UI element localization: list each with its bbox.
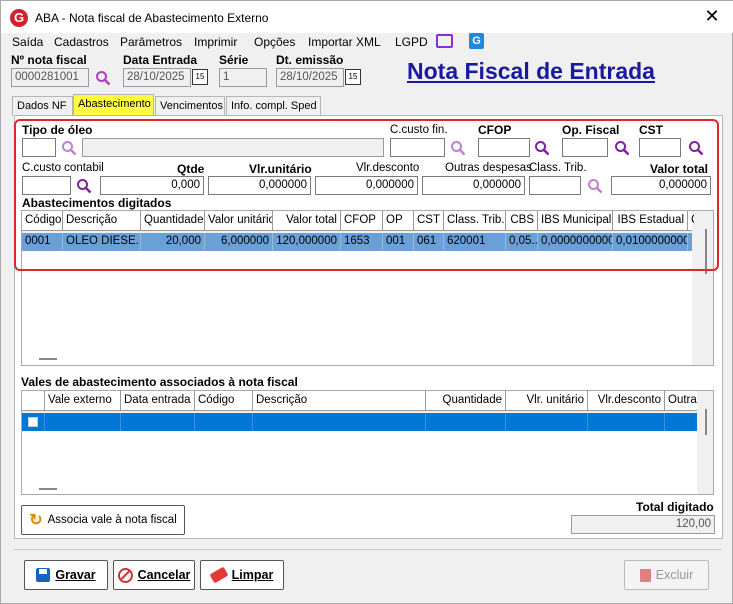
nf-input[interactable]: 0000281001 xyxy=(11,68,89,87)
col-data-entrada[interactable]: Data entrada xyxy=(121,391,195,411)
main-window: G ABA - Nota fiscal de Abastecimento Ext… xyxy=(0,0,733,604)
menu-opcoes[interactable]: Opções xyxy=(254,35,295,49)
tab-vencimentos[interactable]: Vencimentos xyxy=(155,96,225,116)
menu-cadastros[interactable]: Cadastros xyxy=(54,35,109,49)
monitor-icon[interactable] xyxy=(436,34,453,48)
scrollbar-horizontal[interactable] xyxy=(39,488,57,490)
col-vlr-unitario[interactable]: Vlr. unitário xyxy=(506,391,588,411)
vales-header: Vale externo Data entrada Código Descriç… xyxy=(22,391,697,411)
data-entrada-input[interactable]: 28/10/2025 xyxy=(123,68,191,87)
search-nf-icon[interactable] xyxy=(95,70,111,86)
save-icon xyxy=(36,568,51,582)
serie-label: Série xyxy=(219,53,249,67)
page-title: Nota Fiscal de Entrada xyxy=(407,58,655,84)
cancelar-button[interactable]: Cancelar xyxy=(113,560,195,590)
window-title: ABA - Nota fiscal de Abastecimento Exter… xyxy=(35,11,269,25)
menu-lgpd[interactable]: LGPD xyxy=(395,35,428,49)
associa-label: Associa vale à nota fiscal xyxy=(47,514,177,526)
app-logo-icon: G xyxy=(10,9,28,27)
menu-importar-xml[interactable]: Importar XML xyxy=(308,35,381,49)
highlight-box xyxy=(14,119,719,271)
nf-label: Nº nota fiscal xyxy=(11,53,87,67)
gravar-button[interactable]: Gravar xyxy=(24,560,108,590)
col-check[interactable] xyxy=(22,391,45,411)
close-icon[interactable]: ✕ xyxy=(701,5,723,27)
scrollbar-horizontal[interactable] xyxy=(39,358,57,360)
tab-info-compl-sped[interactable]: Info. compl. Sped xyxy=(226,96,321,116)
limpar-button[interactable]: Limpar xyxy=(200,560,284,590)
cancel-icon xyxy=(117,567,133,583)
dt-emissao-input[interactable]: 28/10/2025 xyxy=(276,68,344,87)
menu-parametros[interactable]: Parâmetros xyxy=(120,35,182,49)
total-digitado-label: Total digitado xyxy=(636,500,714,514)
vales-title: Vales de abastecimento associados à nota… xyxy=(21,375,298,389)
scrollbar-vertical[interactable] xyxy=(705,409,707,435)
menu-imprimir[interactable]: Imprimir xyxy=(194,35,237,49)
associa-vale-button[interactable]: ↻ Associa vale à nota fiscal xyxy=(21,505,185,535)
vales-empty-area xyxy=(22,431,697,494)
tab-abastecimento[interactable]: Abastecimento xyxy=(73,94,154,116)
data-entrada-label: Data Entrada xyxy=(123,53,198,67)
menu-saida[interactable]: Saída xyxy=(12,35,43,49)
col-vlr-desconto[interactable]: Vlr.desconto xyxy=(588,391,665,411)
refresh-icon: ↻ xyxy=(29,512,43,529)
gravar-label: Gravar xyxy=(55,568,96,582)
title-bar: G ABA - Nota fiscal de Abastecimento Ext… xyxy=(1,1,733,33)
col-descricao[interactable]: Descrição xyxy=(253,391,426,411)
table-row[interactable] xyxy=(22,413,697,431)
serie-input[interactable]: 1 xyxy=(219,68,267,87)
total-digitado-value: 120,00 xyxy=(571,515,715,534)
tab-dados-nf[interactable]: Dados NF xyxy=(12,96,73,116)
calendar-icon[interactable]: 15 xyxy=(192,69,208,85)
dt-emissao-label: Dt. emissão xyxy=(276,53,344,67)
tab-bar: Dados NF Abastecimento Vencimentos Info.… xyxy=(12,94,332,116)
col-vale-externo[interactable]: Vale externo xyxy=(45,391,121,411)
excluir-label: Excluir xyxy=(655,568,694,582)
col-codigo[interactable]: Código xyxy=(195,391,253,411)
divider xyxy=(13,549,722,550)
menu-bar: Saída Cadastros Parâmetros Imprimir Opçõ… xyxy=(1,33,733,53)
eraser-icon xyxy=(209,566,229,584)
col-outras[interactable]: Outras xyxy=(665,391,697,411)
cancelar-label: Cancelar xyxy=(137,568,191,582)
trash-icon xyxy=(639,568,651,582)
app-g-icon[interactable]: G xyxy=(469,33,484,49)
limpar-label: Limpar xyxy=(231,568,274,582)
col-quantidade[interactable]: Quantidade xyxy=(426,391,506,411)
excluir-button[interactable]: Excluir xyxy=(624,560,709,590)
calendar-icon[interactable]: 15 xyxy=(345,69,361,85)
